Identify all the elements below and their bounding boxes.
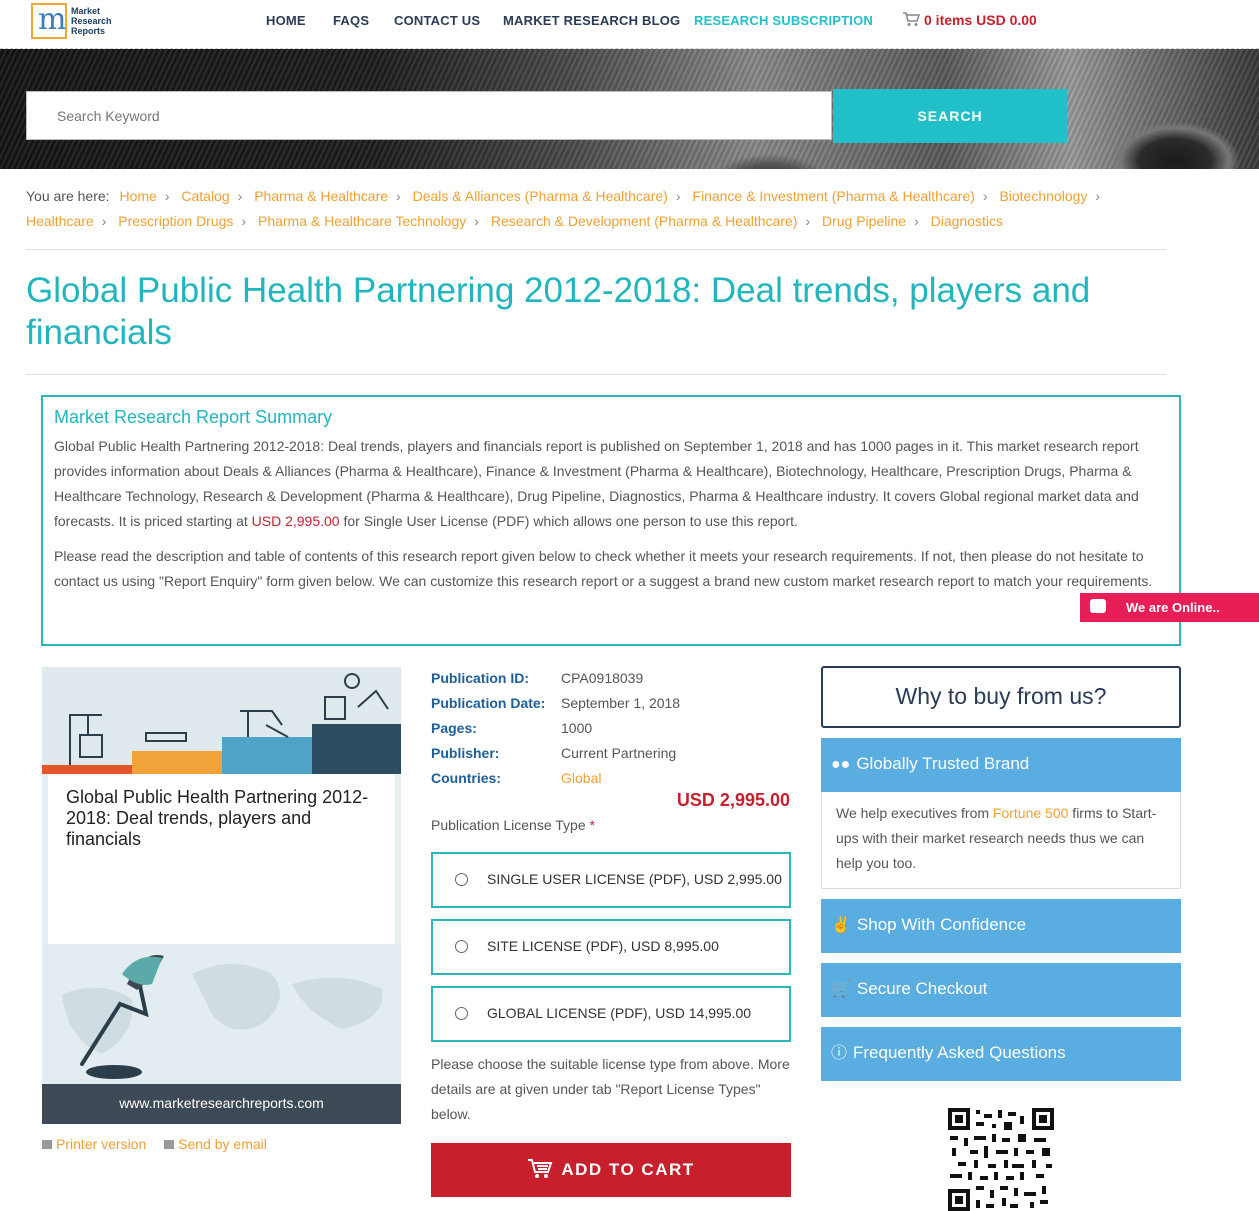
publication-date-label: Publication Date: xyxy=(431,695,546,711)
nav-faqs[interactable]: FAQS xyxy=(333,13,369,28)
page-title: Global Public Health Partnering 2012-201… xyxy=(26,271,1091,352)
breadcrumb-item[interactable]: Drug Pipeline xyxy=(822,213,906,229)
send-by-email-link[interactable]: Send by email xyxy=(164,1136,267,1152)
cover-world-map xyxy=(42,944,401,1084)
breadcrumb-item[interactable]: Catalog xyxy=(181,188,229,204)
breadcrumb: You are here: Home › Catalog › Pharma & He… xyxy=(26,188,1101,229)
thumbs-up-icon: ✌ xyxy=(831,917,851,934)
license-option-label: SITE LICENSE (PDF), USD 8,995.00 xyxy=(487,938,719,954)
add-to-cart-button[interactable]: ADD TO CART xyxy=(431,1143,791,1197)
summary-paragraph: Global Public Health Partnering 2012-201… xyxy=(54,438,1139,529)
cover-illustration xyxy=(42,667,401,774)
license-option-label: GLOBAL LICENSE (PDF), USD 14,995.00 xyxy=(487,1005,752,1021)
nav-market-research-blog[interactable]: MARKET RESEARCH BLOG xyxy=(503,13,680,28)
license-option-label: SINGLE USER LICENSE (PDF), USD 2,995.00 xyxy=(487,871,782,887)
pages-count: 1000 xyxy=(561,720,593,736)
report-utilities: Printer version Send by email xyxy=(42,1136,267,1152)
breadcrumb-item[interactable]: Pharma & Healthcare Technology xyxy=(258,213,466,229)
logo-text: Market Research Reports xyxy=(71,6,112,36)
divider xyxy=(26,374,1166,375)
breadcrumb-item[interactable]: Healthcare xyxy=(26,213,94,229)
license-radio[interactable] xyxy=(455,873,468,886)
report-price: USD 2,995.00 xyxy=(676,790,790,810)
cover-url: www.marketresearchreports.com xyxy=(42,1084,401,1124)
qr-code xyxy=(948,1108,1054,1211)
site-logo[interactable]: m Market Research Reports xyxy=(31,2,113,41)
printer-icon xyxy=(42,1140,52,1149)
publication-id-label: Publication ID: xyxy=(431,670,529,686)
chat-widget[interactable]: We are Online.. xyxy=(1080,593,1259,622)
license-option-global[interactable]: GLOBAL LICENSE (PDF), USD 14,995.00 xyxy=(431,986,791,1042)
license-option-site[interactable]: SITE LICENSE (PDF), USD 8,995.00 xyxy=(431,919,791,975)
license-type-label: Publication License Type * xyxy=(431,817,595,833)
top-bar: m Market Research Reports HOME FAQS CONT… xyxy=(0,0,1259,49)
license-radio[interactable] xyxy=(455,1007,468,1020)
cart-icon xyxy=(903,12,921,26)
nav-contact-us[interactable]: CONTACT US xyxy=(394,13,480,28)
license-radio[interactable] xyxy=(455,940,468,953)
question-circle-icon: ⓘ xyxy=(831,1045,848,1062)
summary-paragraph: Please read the description and table of… xyxy=(54,548,1153,589)
report-summary: Market Research Report Summary Global Pu… xyxy=(41,395,1181,646)
publication-date: September 1, 2018 xyxy=(561,695,681,711)
breadcrumb-item[interactable]: Finance & Investment (Pharma & Healthcar… xyxy=(692,188,974,204)
publisher-name: Current Partnering xyxy=(561,745,677,761)
printer-version-link[interactable]: Printer version xyxy=(42,1136,146,1152)
cart-summary: 0 items USD 0.00 xyxy=(924,12,1037,28)
cart-icon xyxy=(528,1159,553,1178)
publisher-label: Publisher: xyxy=(431,745,500,761)
summary-heading: Market Research Report Summary xyxy=(54,407,333,427)
breadcrumb-item[interactable]: Diagnostics xyxy=(931,213,1003,229)
breadcrumb-prefix: You are here: xyxy=(26,188,110,204)
countries-link[interactable]: Global xyxy=(561,770,601,786)
search-input[interactable] xyxy=(26,91,832,140)
fortune-500-link[interactable]: Fortune 500 xyxy=(993,805,1069,821)
countries-label: Countries: xyxy=(431,770,501,786)
users-icon: ●● xyxy=(831,756,851,773)
logo-mark: m xyxy=(31,2,67,39)
publication-id: CPA0918039 xyxy=(561,670,644,686)
license-option-single-user[interactable]: SINGLE USER LICENSE (PDF), USD 2,995.00 xyxy=(431,852,791,908)
chat-icon xyxy=(1090,599,1106,613)
breadcrumb-item[interactable]: Pharma & Healthcare xyxy=(254,188,388,204)
breadcrumb-item[interactable]: Biotechnology xyxy=(999,188,1087,204)
breadcrumb-item[interactable]: Research & Development (Pharma & Healthc… xyxy=(491,213,798,229)
breadcrumb-item[interactable]: Prescription Drugs xyxy=(118,213,233,229)
header-cart[interactable]: 0 items USD 0.00 xyxy=(903,12,1037,28)
panel-globally-trusted-brand[interactable]: ●● Globally Trusted Brand xyxy=(821,738,1181,792)
publication-details: Publication ID: CPA0918039 Publication Da… xyxy=(431,666,680,791)
panel-secure-checkout[interactable]: 🛒 Secure Checkout xyxy=(821,963,1181,1017)
summary-price: USD 2,995.00 xyxy=(251,513,340,529)
panel-faq[interactable]: ⓘ Frequently Asked Questions xyxy=(821,1027,1181,1081)
divider xyxy=(26,249,1166,250)
nav-research-subscription[interactable]: RESEARCH SUBSCRIPTION xyxy=(694,13,873,28)
trusted-brand-body: We help executives from Fortune 500 firm… xyxy=(821,792,1181,889)
panel-shop-with-confidence[interactable]: ✌ Shop With Confidence xyxy=(821,899,1181,953)
breadcrumb-item[interactable]: Deals & Alliances (Pharma & Healthcare) xyxy=(413,188,668,204)
pages-label: Pages: xyxy=(431,720,477,736)
chat-widget-label: We are Online.. xyxy=(1126,600,1220,615)
cover-title: Global Public Health Partnering 2012-201… xyxy=(66,787,369,849)
search-button[interactable]: SEARCH xyxy=(833,89,1067,143)
report-cover-image: Global Public Health Partnering 2012-201… xyxy=(42,667,401,1124)
license-hint: Please choose the suitable license type … xyxy=(431,1056,790,1122)
cart-icon: 🛒 xyxy=(831,981,851,998)
email-icon xyxy=(164,1140,175,1149)
why-buy-heading: Why to buy from us? xyxy=(821,666,1181,728)
breadcrumb-item[interactable]: Home xyxy=(119,188,156,204)
nav-home[interactable]: HOME xyxy=(266,13,306,28)
